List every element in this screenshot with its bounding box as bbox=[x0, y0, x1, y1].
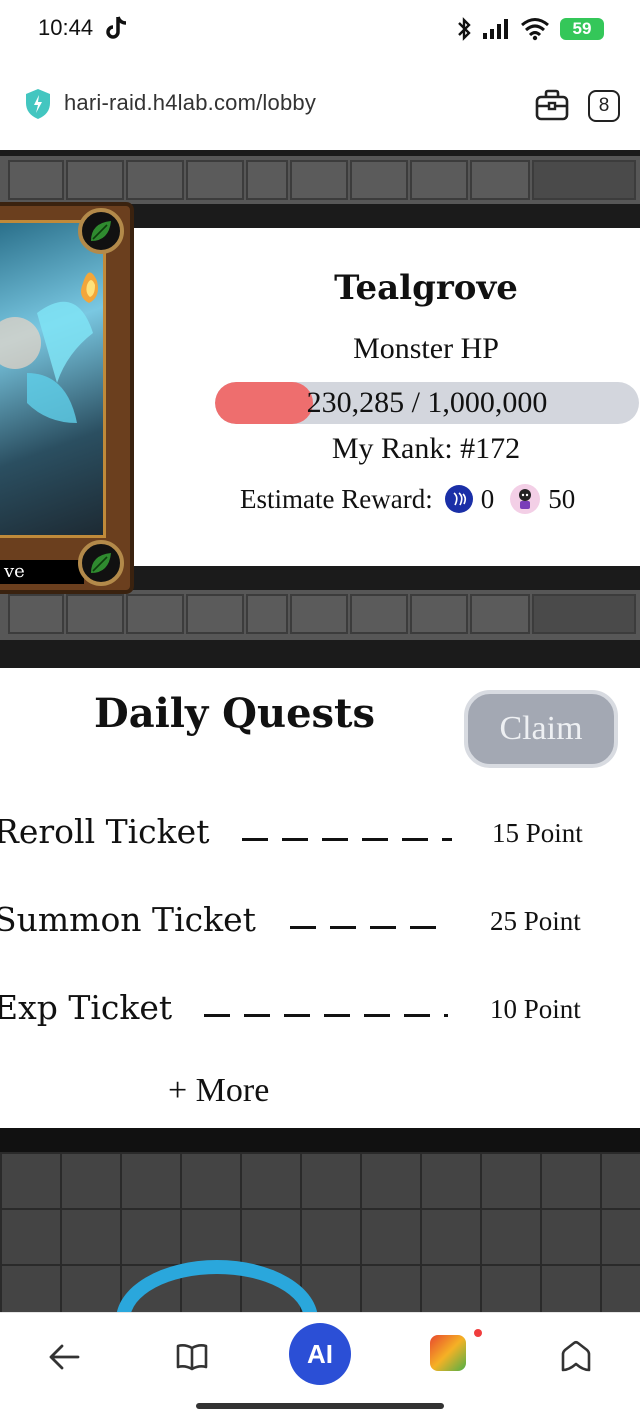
ai-label: AI bbox=[307, 1338, 333, 1369]
status-icons: 59 bbox=[456, 14, 612, 44]
leaf-icon bbox=[91, 553, 111, 573]
floor-tiles bbox=[0, 1152, 640, 1312]
wall-tile bbox=[290, 594, 348, 634]
monster-card-art bbox=[0, 220, 106, 538]
status-time: 10:44 bbox=[38, 15, 94, 40]
quest-row: Summon Ticket 25 Point bbox=[0, 900, 640, 950]
wall-tile bbox=[470, 160, 530, 200]
wall-tile bbox=[410, 594, 468, 634]
wall-tile bbox=[66, 160, 124, 200]
dungeon-wall-bottom bbox=[0, 590, 640, 640]
steem-icon bbox=[444, 485, 473, 513]
reward-pet-value: 50 bbox=[548, 483, 576, 514]
wall-tile bbox=[186, 594, 244, 634]
signal-icon bbox=[483, 19, 508, 39]
floor-divider bbox=[0, 1128, 640, 1152]
quest-points: 25 Point bbox=[490, 906, 581, 936]
estimate-reward-label: Estimate Reward: bbox=[240, 483, 433, 514]
wall-tile bbox=[126, 160, 184, 200]
wall-tile bbox=[66, 594, 124, 634]
notification-dot bbox=[474, 1329, 482, 1337]
wall-tile bbox=[532, 160, 636, 200]
claim-button[interactable]: Claim bbox=[464, 690, 618, 768]
wall-tile bbox=[246, 594, 288, 634]
monster-hp-value: 230,285 / 1,000,000 bbox=[306, 386, 548, 419]
wall-tile bbox=[532, 594, 636, 634]
tab-count-button[interactable]: 8 bbox=[588, 90, 620, 122]
briefcase-icon[interactable] bbox=[534, 88, 570, 122]
quest-leader-dashes bbox=[290, 926, 436, 929]
back-arrow-icon bbox=[49, 1344, 80, 1370]
element-badge-top bbox=[78, 208, 124, 254]
battery-indicator: 59 bbox=[560, 18, 612, 40]
quest-row: Exp Ticket 10 Point bbox=[0, 988, 640, 1038]
my-rank: My Rank: #172 bbox=[331, 432, 521, 465]
quest-points: 15 Point bbox=[492, 818, 583, 848]
battery-level: 59 bbox=[572, 19, 592, 38]
url-text[interactable]: hari-raid.h4lab.com/lobby bbox=[64, 90, 316, 116]
tiktok-icon bbox=[106, 16, 127, 39]
monster-hp-label: Monster HP bbox=[353, 332, 499, 365]
dungeon-floor bbox=[0, 1128, 640, 1312]
wall-tile bbox=[126, 594, 184, 634]
bookmarks-button[interactable] bbox=[162, 1327, 222, 1387]
leaf-icon bbox=[91, 221, 111, 241]
boss-name: Tealgrove bbox=[334, 268, 518, 308]
quest-leader-dashes bbox=[204, 1014, 448, 1017]
browser-url-bar[interactable]: hari-raid.h4lab.com/lobby 8 bbox=[0, 62, 640, 150]
home-indicator bbox=[196, 1403, 444, 1409]
wall-tile bbox=[350, 594, 408, 634]
quest-row: Reroll Ticket 15 Point bbox=[0, 812, 640, 862]
quest-leader-dashes bbox=[242, 838, 452, 841]
monster-hp-bar: 230,285 / 1,000,000 bbox=[215, 382, 639, 424]
book-icon bbox=[176, 1344, 208, 1371]
dungeon-wall-top bbox=[0, 156, 640, 204]
quest-name: Reroll Ticket bbox=[0, 812, 210, 851]
fairy-art-icon bbox=[0, 272, 98, 423]
wall-tile bbox=[350, 160, 408, 200]
raid-boss-section: ve Tealgrove Monster HP 230,285 / 1,000,… bbox=[0, 150, 640, 668]
monster-card-name: ve bbox=[0, 560, 84, 584]
monster-card[interactable]: ve bbox=[0, 202, 134, 594]
back-button[interactable] bbox=[34, 1327, 94, 1387]
wall-tile bbox=[290, 160, 348, 200]
estimate-reward: Estimate Reward: 0 50 bbox=[240, 482, 575, 516]
quest-name: Summon Ticket bbox=[0, 900, 256, 939]
quest-points: 10 Point bbox=[490, 994, 581, 1024]
pet-token-icon bbox=[510, 484, 541, 514]
wall-tile bbox=[186, 160, 244, 200]
wall-tile bbox=[410, 160, 468, 200]
reward-steem-value: 0 bbox=[480, 483, 495, 514]
more-quests-link[interactable]: + More bbox=[168, 1072, 269, 1110]
game-app-icon[interactable] bbox=[430, 1335, 466, 1371]
quest-name: Exp Ticket bbox=[0, 988, 173, 1027]
home-icon bbox=[561, 1340, 591, 1372]
shield-icon bbox=[26, 89, 50, 119]
wifi-icon bbox=[521, 18, 549, 41]
tab-count: 8 bbox=[598, 95, 610, 116]
wall-tile bbox=[470, 594, 530, 634]
wall-tile bbox=[8, 160, 64, 200]
home-button[interactable] bbox=[546, 1327, 606, 1387]
daily-quests-section: Daily Quests Claim Reroll Ticket 15 Poin… bbox=[0, 668, 640, 1128]
wall-tile bbox=[246, 160, 288, 200]
status-bar: 10:44 59 bbox=[0, 0, 640, 58]
element-badge-bottom bbox=[78, 540, 124, 586]
bottom-navigation: AI bbox=[0, 1312, 640, 1422]
bluetooth-icon bbox=[458, 17, 471, 41]
ai-assistant-button[interactable]: AI bbox=[289, 1323, 351, 1385]
daily-quests-title: Daily Quests bbox=[94, 690, 376, 737]
wall-tile bbox=[8, 594, 64, 634]
